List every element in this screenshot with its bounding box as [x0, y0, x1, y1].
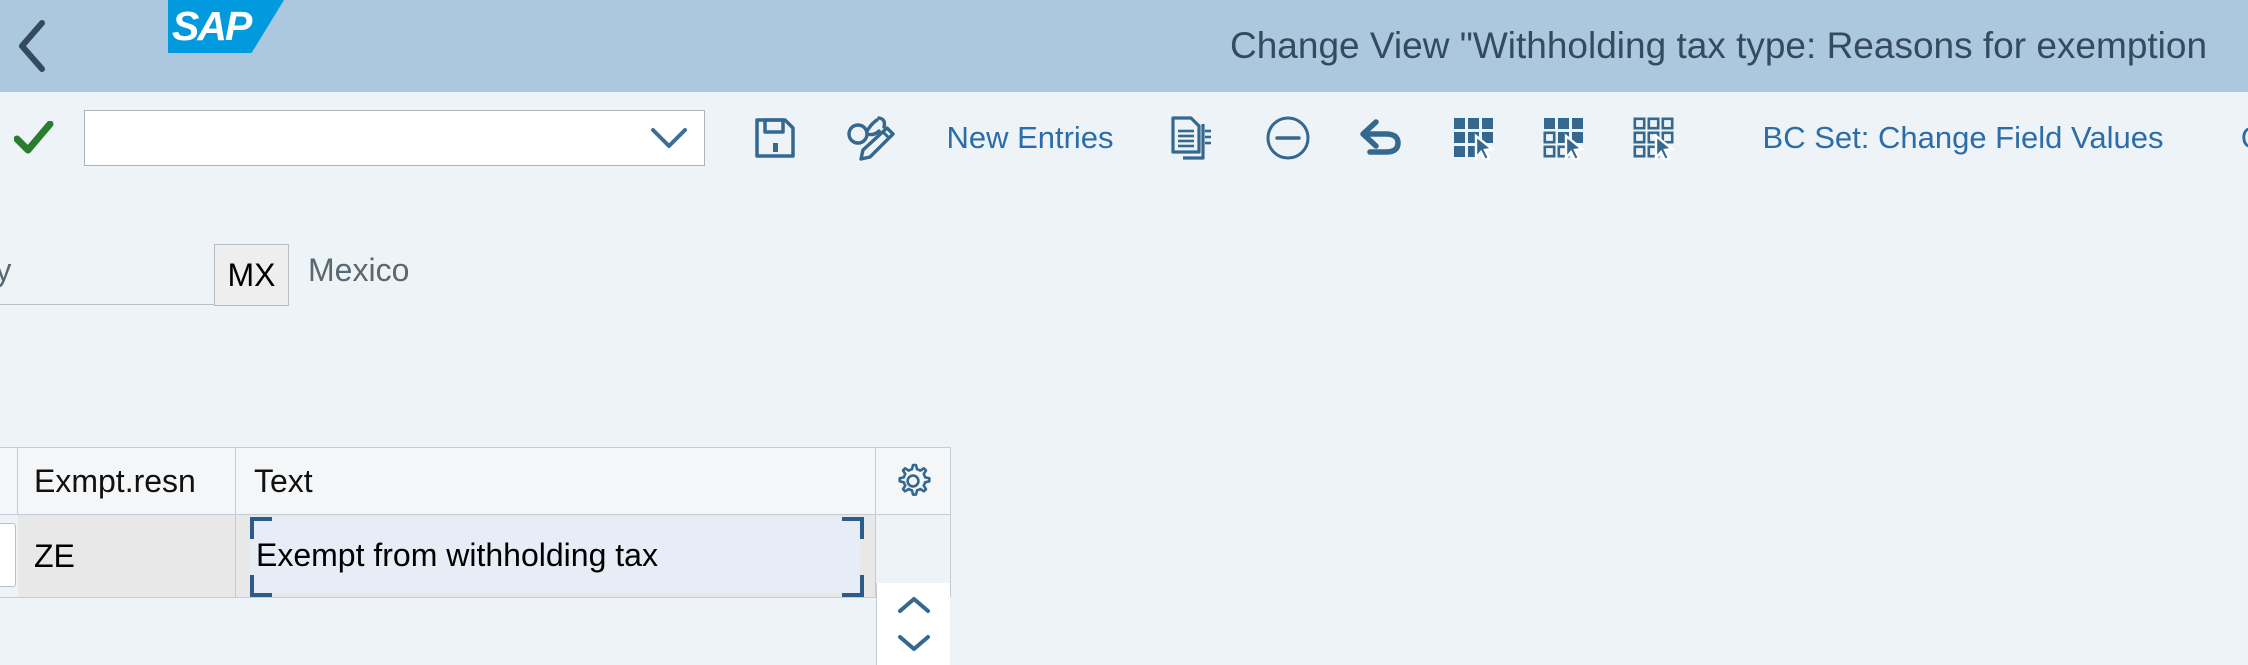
country-label-underline [0, 304, 214, 305]
chevron-up-icon [896, 594, 932, 616]
cell-exmpt-resn[interactable]: ZE [18, 515, 236, 597]
row-select-button[interactable] [0, 523, 16, 587]
grid-deselect-all-icon [1632, 116, 1676, 160]
exemption-reasons-table: Exmpt.resn Text ZE [0, 447, 950, 665]
table-bottom-border [0, 597, 876, 598]
country-label: ntry [0, 252, 12, 288]
delete-button[interactable] [1248, 92, 1328, 184]
column-header-exmpt-resn[interactable]: Exmpt.resn [18, 448, 236, 514]
bc-set-change-field-values-button[interactable]: BC Set: Change Field Values [1728, 92, 2198, 184]
select-all-button[interactable] [1434, 92, 1514, 184]
floppy-disk-save-icon [753, 116, 797, 160]
text-input[interactable] [250, 517, 860, 593]
country-form-row: ntry MX Mexico [0, 236, 2248, 308]
copy-documents-icon [1169, 115, 1215, 161]
country-name-text: Mexico [308, 252, 410, 288]
back-button[interactable] [0, 0, 64, 92]
country-code-field[interactable]: MX [214, 244, 289, 306]
table-vertical-scroll-controls[interactable] [876, 583, 950, 665]
deselect-all-button[interactable] [1614, 92, 1694, 184]
undo-arrow-icon [1356, 116, 1404, 160]
bc-set-label: BC Set: Change Field Values [1762, 120, 2164, 155]
select-block-button[interactable] [1524, 92, 1604, 184]
table-settings-button[interactable] [876, 448, 950, 514]
toolbar-overflow-label: C [2241, 120, 2248, 156]
minus-circle-icon [1264, 114, 1312, 162]
chevron-down-icon [896, 632, 932, 654]
country-code-value: MX [227, 256, 276, 293]
column-header-text[interactable]: Text [236, 448, 876, 514]
undo-button[interactable] [1340, 92, 1420, 184]
table-right-border [950, 447, 951, 597]
sap-logo-text: SAP [168, 0, 284, 53]
scroll-up-button[interactable] [896, 586, 932, 624]
new-entries-label: New Entries [946, 120, 1114, 155]
copy-as-button[interactable] [1152, 92, 1232, 184]
page-title: Change View "Withholding tax type: Reaso… [1230, 25, 2208, 66]
focus-corner-bottom-right [842, 575, 864, 597]
application-toolbar: New Entries BC Set: Change Field Values [0, 92, 2248, 184]
gear-icon [893, 461, 933, 501]
chevron-left-icon [15, 18, 49, 74]
command-field-dropdown-button[interactable] [634, 111, 704, 165]
select-all-rows-header[interactable] [0, 448, 18, 514]
command-input[interactable] [85, 111, 634, 165]
grid-select-block-icon [1542, 116, 1586, 160]
scroll-down-button[interactable] [896, 624, 932, 662]
display-change-button[interactable] [828, 92, 914, 184]
new-entries-button[interactable]: New Entries [930, 92, 1130, 184]
table-header-row: Exmpt.resn Text [0, 447, 950, 515]
toolbar-overflow-item[interactable]: C [2232, 92, 2248, 184]
focus-corner-top-left [250, 517, 272, 539]
text-input-focused[interactable] [250, 517, 860, 593]
save-button[interactable] [735, 92, 815, 184]
command-field[interactable] [84, 110, 705, 166]
confirm-button[interactable] [0, 92, 68, 184]
chevron-down-icon [649, 125, 689, 151]
focus-corner-bottom-left [250, 575, 272, 597]
green-checkmark-icon [14, 121, 54, 155]
sap-logo: SAP [84, 0, 284, 53]
sap-gui-screen: SAP Change View "Withholding tax type: R… [0, 0, 2248, 665]
grid-select-all-icon [1452, 116, 1496, 160]
focus-corner-top-right [842, 517, 864, 539]
shell-header: SAP Change View "Withholding tax type: R… [0, 0, 2248, 92]
table-row[interactable]: ZE [0, 515, 950, 665]
glasses-pencil-icon [846, 114, 896, 162]
